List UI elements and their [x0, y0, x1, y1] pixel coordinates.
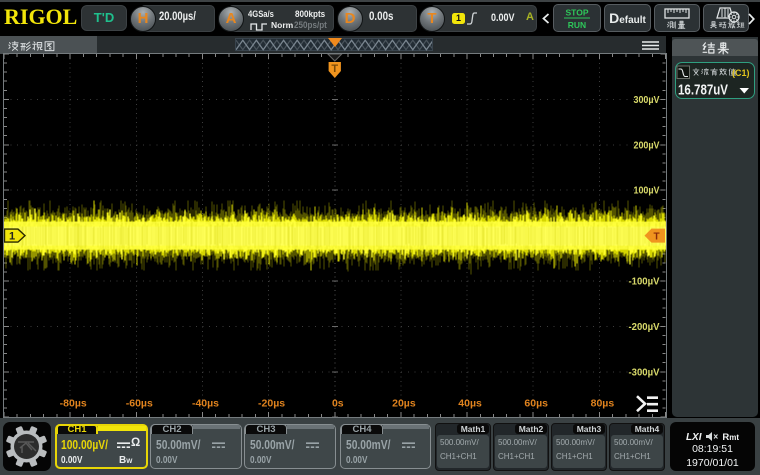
svg-text:1: 1	[8, 231, 14, 243]
svg-text:-60µs: -60µs	[125, 398, 152, 410]
svg-text:40µs: 40µs	[458, 398, 482, 410]
svg-text:-20µs: -20µs	[258, 398, 285, 410]
svg-text:RUN: RUN	[568, 20, 586, 30]
svg-text:100µV: 100µV	[633, 185, 659, 197]
svg-text:-40µs: -40µs	[191, 398, 218, 410]
svg-text:T: T	[653, 232, 659, 243]
svg-text:-300µV: -300µV	[628, 366, 659, 378]
svg-text:60µs: 60µs	[524, 398, 548, 410]
svg-text:80µs: 80µs	[590, 398, 614, 410]
svg-text:STOP: STOP	[566, 8, 589, 18]
svg-text:-200µV: -200µV	[628, 321, 659, 333]
svg-text:-100µV: -100µV	[628, 276, 659, 288]
svg-text:0s: 0s	[331, 398, 343, 410]
svg-text:16.787uV: 16.787uV	[678, 82, 728, 97]
svg-text:-80µs: -80µs	[59, 398, 86, 410]
svg-text:300µV: 300µV	[633, 94, 659, 106]
svg-text:T: T	[331, 63, 338, 75]
svg-text:20µs: 20µs	[392, 398, 416, 410]
svg-text:(C1): (C1)	[732, 68, 750, 78]
svg-text:200µV: 200µV	[633, 139, 659, 151]
